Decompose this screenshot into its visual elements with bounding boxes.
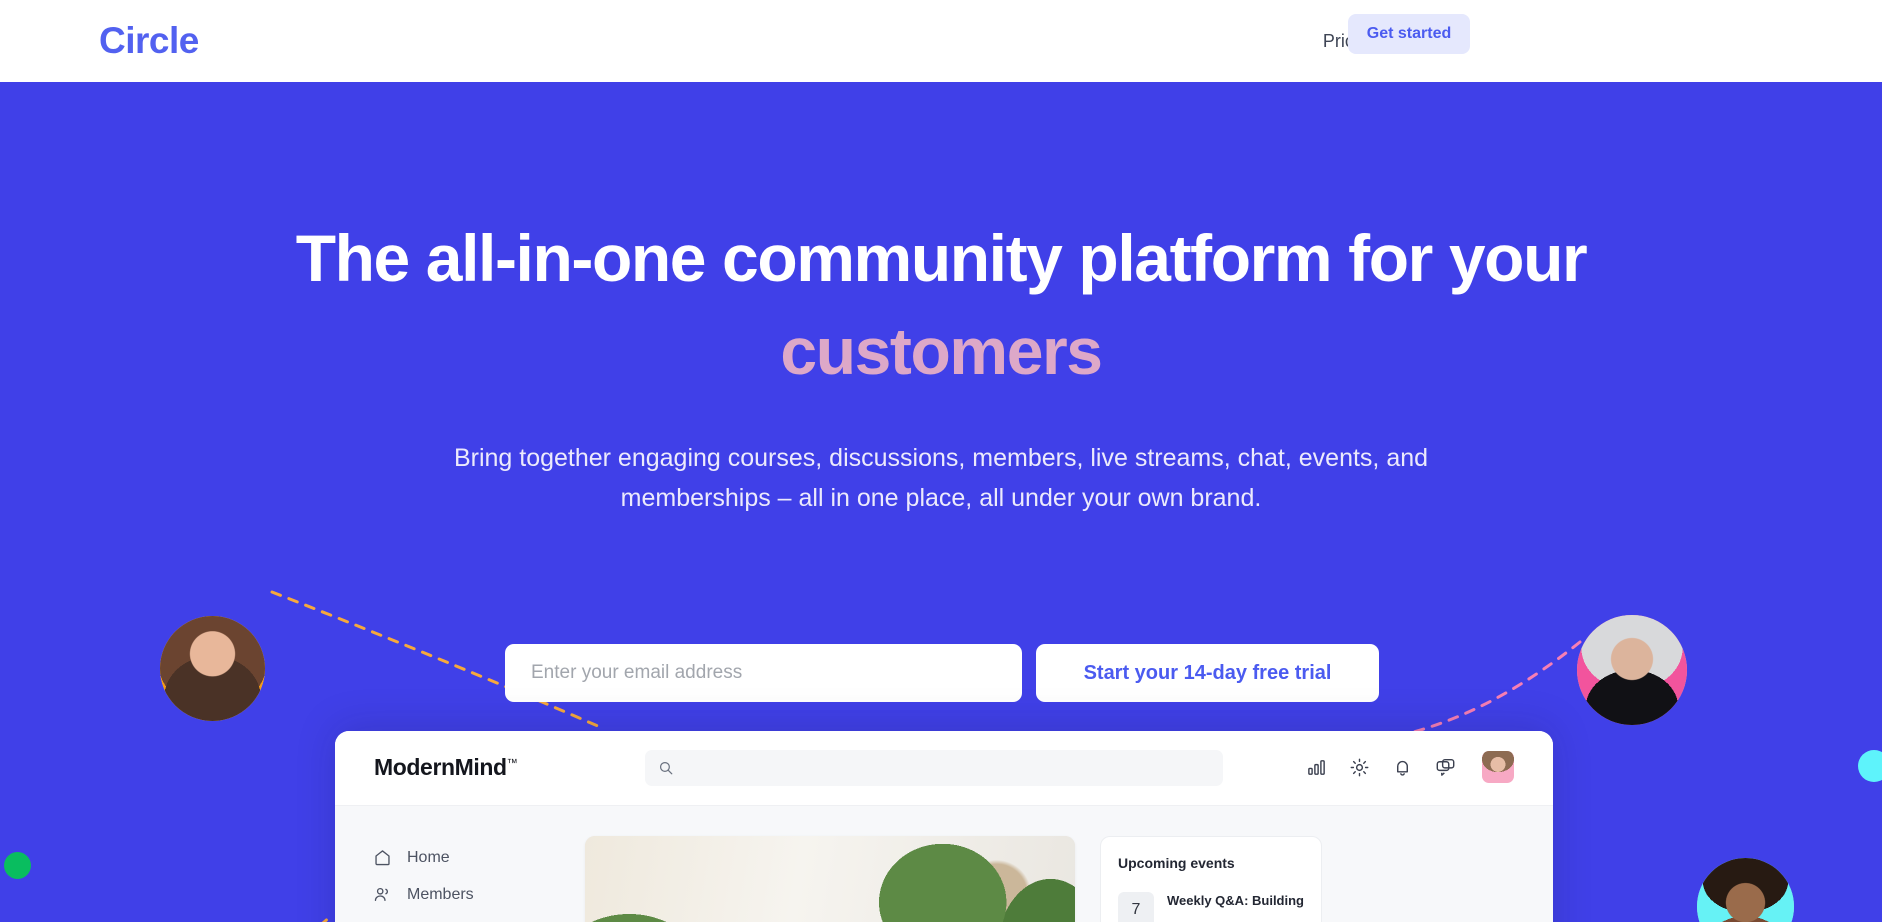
avatar-man-cyan (1697, 858, 1794, 922)
decorative-dot-cyan (1858, 750, 1882, 782)
event-date-badge: 7 (1118, 892, 1154, 922)
sidebar-item-home-label: Home (407, 848, 450, 866)
get-started-button[interactable]: Get started (1348, 14, 1470, 54)
avatar-woman-orange (160, 616, 265, 721)
hero-headline-main: The all-in-one community platform for yo… (295, 221, 1588, 295)
app-preview-logo-text: ModernMind (374, 754, 507, 780)
sidebar-item-home[interactable]: Home (335, 839, 557, 876)
app-preview-header: ModernMind™ (335, 731, 1553, 806)
hero-signup-form: Start your 14-day free trial (505, 644, 1379, 702)
top-navigation-bar: Circle Pricing Login Get started (0, 0, 1882, 82)
app-preview-search-bar[interactable] (645, 750, 1223, 786)
hero-subheadline-line2: memberships – all in one place, all unde… (620, 484, 1262, 512)
app-preview-logo: ModernMind™ (374, 754, 518, 781)
avatar-woman-pink (1577, 615, 1687, 725)
start-free-trial-button[interactable]: Start your 14-day free trial (1036, 644, 1379, 702)
hero-headline: The all-in-one community platform for yo… (0, 212, 1882, 398)
hero-headline-accent: customers (780, 314, 1103, 388)
sidebar-item-members[interactable]: Members (335, 876, 557, 913)
app-preview-feed-image (585, 836, 1075, 922)
upcoming-event-item[interactable]: 7 Weekly Q&A: Building (1118, 892, 1304, 922)
app-preview-sidebar: Home Members (335, 806, 557, 922)
upcoming-events-panel: Upcoming events 7 Weekly Q&A: Building (1100, 836, 1322, 922)
members-icon (374, 887, 388, 902)
hero-subheadline-line1: Bring together engaging courses, discuss… (453, 444, 1429, 472)
sidebar-item-members-label: Members (407, 885, 474, 903)
hero-subheadline: Bring together engaging courses, discuss… (341, 438, 1541, 518)
app-preview-card: ModernMind™ Home Members Upcoming events… (335, 731, 1553, 922)
gear-icon[interactable] (1349, 757, 1370, 778)
trademark-mark: ™ (506, 757, 518, 770)
analytics-icon[interactable] (1306, 757, 1327, 778)
bell-icon[interactable] (1392, 757, 1413, 778)
event-name: Weekly Q&A: Building (1167, 893, 1304, 908)
upcoming-events-title: Upcoming events (1118, 855, 1235, 871)
email-input[interactable] (505, 644, 1022, 702)
app-preview-user-avatar[interactable] (1482, 751, 1514, 783)
search-icon (659, 761, 673, 775)
hero-section: The all-in-one community platform for yo… (0, 82, 1882, 922)
home-icon (375, 850, 390, 866)
app-preview-header-icons (1306, 751, 1514, 783)
circle-logo[interactable]: Circle (99, 15, 199, 67)
decorative-dot-green (4, 852, 31, 879)
chat-icon[interactable] (1435, 757, 1456, 778)
app-preview-body: Home Members Upcoming events 7 Weekly Q&… (335, 806, 1553, 922)
